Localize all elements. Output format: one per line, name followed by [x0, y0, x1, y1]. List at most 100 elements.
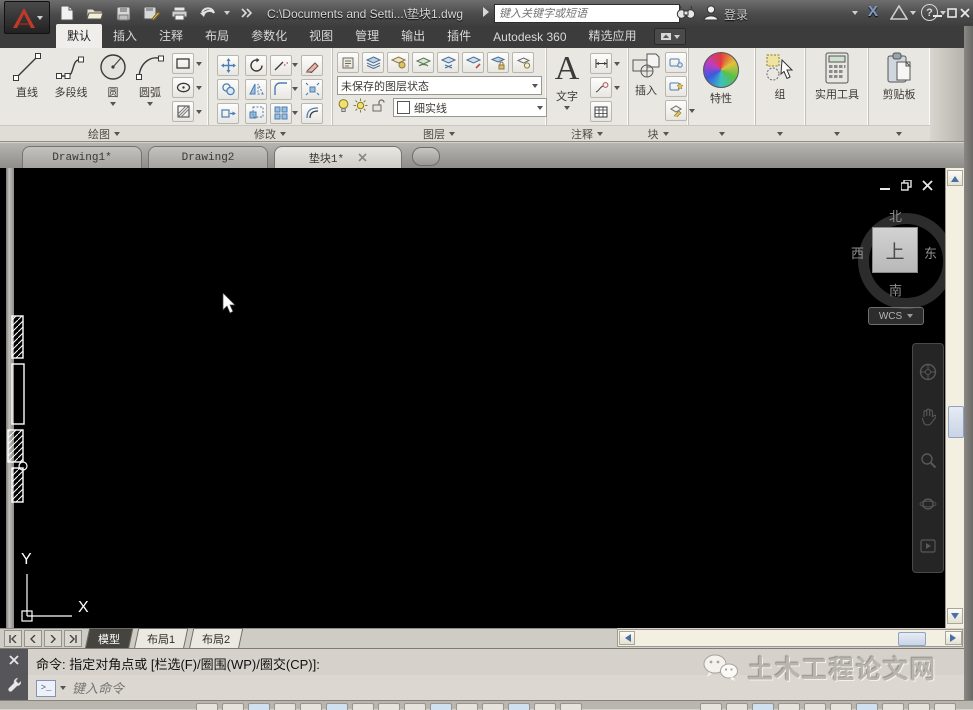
- status-button[interactable]: [430, 703, 452, 710]
- define-attributes-button[interactable]: [665, 100, 687, 121]
- array-caret-icon[interactable]: [292, 111, 298, 115]
- navigation-wheel-icon[interactable]: [919, 363, 937, 381]
- status-button[interactable]: [404, 703, 426, 710]
- application-menu-button[interactable]: [4, 1, 50, 34]
- dimension-button[interactable]: [590, 53, 612, 74]
- status-button[interactable]: [456, 703, 478, 710]
- orbit-icon[interactable]: [919, 496, 937, 512]
- a360-dropdown-caret-icon[interactable]: [910, 11, 916, 15]
- rectangle-caret-icon[interactable]: [196, 62, 202, 66]
- scroll-right-button[interactable]: [945, 631, 962, 645]
- signin-dropdown-caret-icon[interactable]: [852, 11, 858, 15]
- status-button[interactable]: [908, 703, 930, 710]
- status-button[interactable]: [752, 703, 774, 710]
- viewcube-south-label[interactable]: 南: [889, 280, 902, 299]
- text-button[interactable]: A 文字: [548, 52, 586, 124]
- autodesk360-icon[interactable]: [890, 5, 908, 23]
- close-window-button[interactable]: [958, 7, 972, 19]
- utilities-panel-title[interactable]: [805, 125, 868, 141]
- undo-dropdown-caret-icon[interactable]: [224, 11, 230, 15]
- move-button[interactable]: [217, 55, 239, 76]
- navigation-bar[interactable]: [912, 343, 944, 573]
- minimize-drawing-icon[interactable]: [880, 180, 891, 191]
- rotate-button[interactable]: [245, 55, 267, 76]
- ribbon-tab-home[interactable]: 默认: [56, 24, 102, 48]
- text-caret-icon[interactable]: [564, 106, 570, 110]
- annotation-panel-title[interactable]: 注释: [546, 125, 628, 141]
- hatch-caret-icon[interactable]: [196, 110, 202, 114]
- layer-off-button[interactable]: [462, 52, 484, 73]
- viewcube-west-label[interactable]: 西: [851, 243, 864, 262]
- array-button[interactable]: [270, 103, 292, 124]
- ribbon-tab-view[interactable]: 视图: [298, 24, 344, 48]
- layer-unisolate-button[interactable]: [412, 52, 434, 73]
- layer-sun-icon[interactable]: [353, 98, 368, 116]
- signin-label[interactable]: 登录: [724, 6, 748, 23]
- ribbon-tab-plugins[interactable]: 插件: [436, 24, 482, 48]
- maximize-window-button[interactable]: [945, 7, 959, 19]
- user-icon[interactable]: [702, 4, 720, 24]
- save-as-button[interactable]: [140, 3, 162, 23]
- layout1-tab[interactable]: 布局1: [134, 628, 189, 650]
- fillet-button[interactable]: [270, 79, 292, 100]
- circle-dropdown-caret-icon[interactable]: [110, 102, 116, 106]
- stretch-button[interactable]: [217, 103, 239, 124]
- trim-button[interactable]: [270, 55, 292, 76]
- horizontal-scroll-thumb[interactable]: [898, 632, 926, 646]
- arc-dropdown-caret-icon[interactable]: [147, 102, 153, 106]
- status-button[interactable]: [560, 703, 582, 710]
- command-options-caret-icon[interactable]: [60, 686, 66, 690]
- status-button[interactable]: [804, 703, 826, 710]
- ellipse-caret-icon[interactable]: [196, 86, 202, 90]
- close-command-icon[interactable]: [9, 655, 19, 665]
- trim-caret-icon[interactable]: [292, 63, 298, 67]
- file-tab-drawing1[interactable]: Drawing1*: [22, 146, 142, 168]
- prev-layout-button[interactable]: [24, 630, 42, 647]
- status-button[interactable]: [508, 703, 530, 710]
- close-drawing-icon[interactable]: [922, 180, 933, 191]
- status-button[interactable]: [196, 703, 218, 710]
- scroll-down-button[interactable]: [947, 608, 963, 624]
- restore-drawing-icon[interactable]: [901, 180, 912, 191]
- layer-state-button[interactable]: [362, 52, 384, 73]
- layer-properties-button[interactable]: [337, 52, 359, 73]
- undo-button[interactable]: [196, 3, 218, 23]
- model-tab[interactable]: 模型: [85, 628, 134, 650]
- scroll-left-button[interactable]: [619, 631, 635, 645]
- status-button[interactable]: [934, 703, 956, 710]
- edit-block-button[interactable]: [665, 52, 687, 73]
- group-panel-title[interactable]: [755, 125, 805, 141]
- ellipse-button[interactable]: [172, 77, 194, 98]
- status-button[interactable]: [378, 703, 400, 710]
- layer-isolate-button[interactable]: [387, 52, 409, 73]
- wcs-dropdown[interactable]: WCS: [868, 307, 924, 325]
- save-button[interactable]: [112, 3, 134, 23]
- properties-panel-title[interactable]: [688, 125, 755, 141]
- ribbon-tab-manage[interactable]: 管理: [344, 24, 390, 48]
- ucs-icon[interactable]: Y X: [10, 546, 100, 622]
- layout2-tab[interactable]: 布局2: [189, 628, 244, 650]
- title-expand-arrow-icon[interactable]: [482, 6, 490, 21]
- minimize-window-button[interactable]: [931, 7, 945, 19]
- wrench-icon[interactable]: [7, 677, 21, 693]
- block-panel-title[interactable]: 块: [628, 125, 688, 141]
- scroll-up-button[interactable]: [947, 170, 963, 186]
- layer-state-dropdown[interactable]: 未保存的图层状态: [337, 76, 542, 95]
- ribbon-tab-autodesk360[interactable]: Autodesk 360: [482, 27, 577, 48]
- ribbon-tab-output[interactable]: 输出: [390, 24, 436, 48]
- close-tab-icon[interactable]: [358, 153, 367, 162]
- status-button[interactable]: [248, 703, 270, 710]
- mirror-button[interactable]: [245, 79, 267, 100]
- ribbon-tab-parametric[interactable]: 参数化: [240, 24, 298, 48]
- file-tab-drawing2[interactable]: Drawing2: [148, 146, 268, 168]
- viewcube-top-face[interactable]: 上: [872, 227, 918, 273]
- vertical-scrollbar[interactable]: [945, 168, 965, 628]
- offset-button[interactable]: [301, 103, 323, 124]
- layer-on-bulb-icon[interactable]: [337, 98, 350, 116]
- plot-button[interactable]: [168, 3, 190, 23]
- line-button[interactable]: 直线: [6, 52, 48, 124]
- status-button[interactable]: [274, 703, 296, 710]
- drawing-canvas[interactable]: 北 西 东 南 上 WCS: [0, 168, 946, 628]
- next-layout-button[interactable]: [44, 630, 62, 647]
- polyline-button[interactable]: 多段线: [50, 52, 92, 124]
